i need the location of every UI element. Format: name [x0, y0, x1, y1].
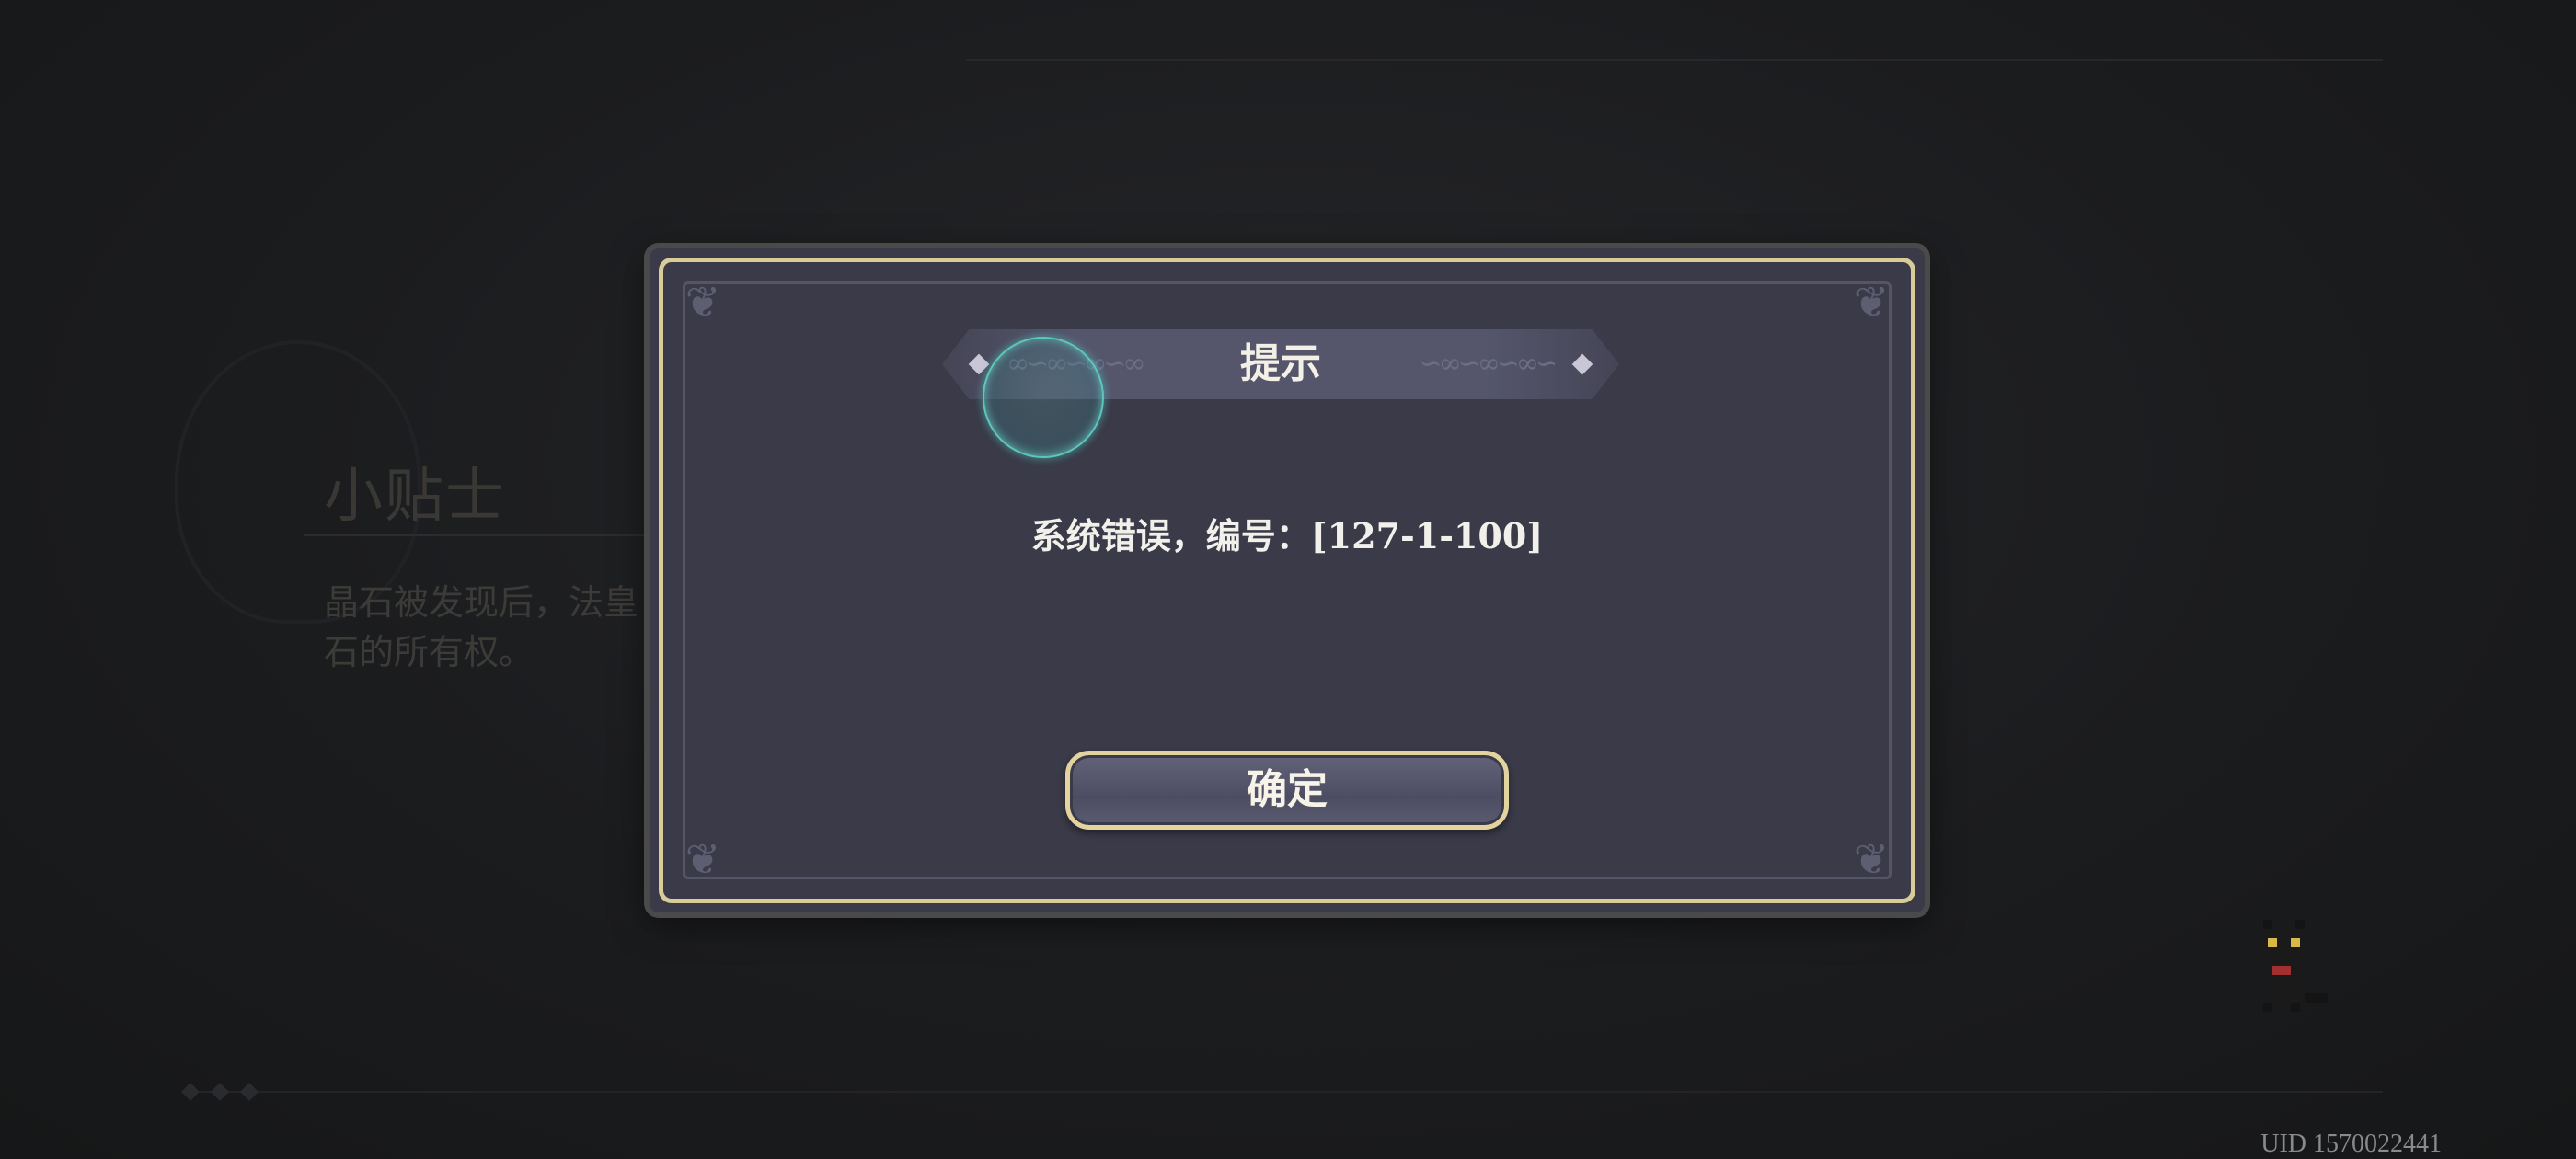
alert-dialog: ❦ ❦ ❦ ❦ ∞∽∞∽∞∽∞ ∽∞∽∞∽∞∽ 提示 系统错误，编号：[127-…: [650, 248, 1925, 912]
tips-underline: [304, 534, 690, 536]
tips-body: 晶石被发现后，法皇 石的所有权。: [324, 578, 673, 677]
tips-body-text: 晶石被发现后，法皇 石的所有权。: [324, 582, 639, 672]
dialog-message: 系统错误，编号：[127-1-100]: [1030, 515, 1544, 557]
ornament-corner-icon: ❦: [684, 277, 721, 327]
background-dots: [181, 1083, 259, 1101]
ornament-corner-icon: ❦: [1853, 277, 1890, 327]
confirm-button[interactable]: 确定: [1065, 751, 1509, 830]
tips-title: 小贴士: [324, 463, 506, 531]
uid-label: UID 1570022441: [2260, 1130, 2442, 1158]
teal-orb-icon: [983, 337, 1104, 458]
ornament-corner-icon: ❦: [1853, 834, 1890, 884]
background-bottom-divider: [193, 1091, 2383, 1093]
ornament-corner-icon: ❦: [684, 834, 721, 884]
black-cat-pet-icon[interactable]: [2236, 911, 2337, 1021]
background-top-divider: [966, 59, 2383, 61]
